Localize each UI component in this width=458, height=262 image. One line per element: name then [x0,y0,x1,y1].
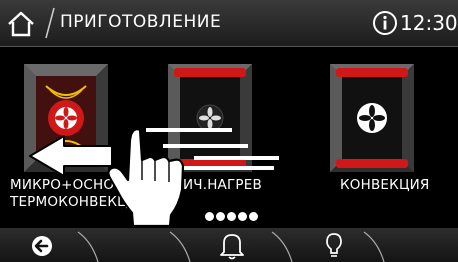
program-micro-convection[interactable] [24,64,108,172]
micro-convection-icon [24,64,108,172]
page-dot[interactable] [227,212,236,221]
clock: 12:30 [400,11,458,35]
convection-icon [330,64,414,172]
program-static-heat[interactable] [168,64,252,172]
bell-icon[interactable] [205,228,265,262]
program-label-static: СТАТИЧ.НАГРЕВ [147,177,262,193]
info-icon[interactable] [372,10,398,36]
header-separator [45,7,55,39]
cooking-screen: ПРИГОТОВЛЕНИЕ 12:30 МИКРО+ОСНОВН. ТЕРМОК… [0,0,458,262]
bottom-bar [0,228,458,262]
program-convection[interactable] [330,64,414,172]
page-indicator [205,212,258,222]
page-dot[interactable] [216,212,225,221]
page-title: ПРИГОТОВЛЕНИЕ [60,12,222,32]
page-dot[interactable] [238,212,247,221]
back-icon[interactable] [22,228,82,262]
static-heat-icon [168,64,252,172]
page-dot[interactable] [249,212,258,221]
program-label-micro-line2: ТЕРМОКОНВЕКЦИЯ [10,194,148,210]
program-label-micro: МИКРО+ОСНОВН. [10,177,139,193]
page-dot[interactable] [205,212,214,221]
program-label-convection: КОНВЕКЦИЯ [340,177,430,193]
header-bar: ПРИГОТОВЛЕНИЕ 12:30 [0,0,458,47]
home-icon[interactable] [6,8,36,38]
lightbulb-icon[interactable] [310,228,370,262]
